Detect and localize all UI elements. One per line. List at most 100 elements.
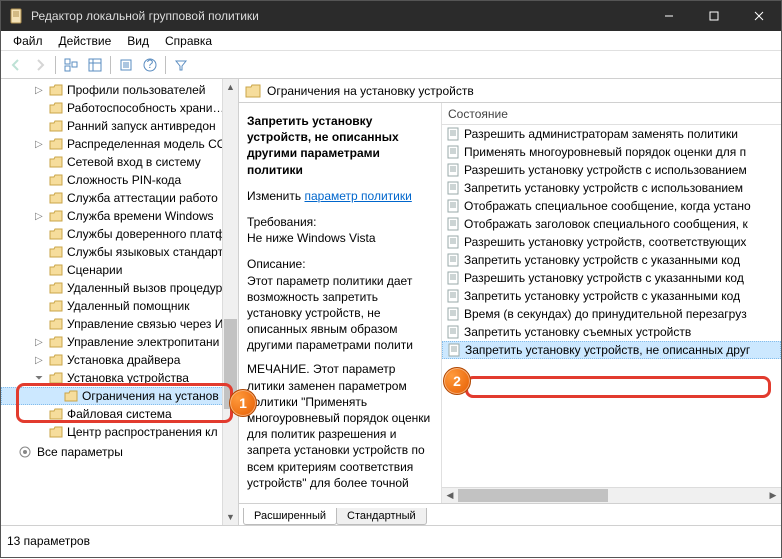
tree-item[interactable]: Сетевой вход в систему (1, 153, 238, 171)
tree-scrollbar[interactable]: ▲▼ (222, 79, 238, 525)
window-buttons (646, 1, 781, 31)
list-header-state[interactable]: Состояние (442, 103, 781, 125)
description-note: МЕЧАНИЕ. Этот параметр литики заменен па… (247, 361, 433, 491)
policy-row[interactable]: Запретить установку съемных устройств (442, 323, 781, 341)
policy-row-label: Время (в секундах) до принудительной пер… (464, 307, 747, 321)
tree-item[interactable]: Сложность PIN-кода (1, 171, 238, 189)
policy-row-label: Запретить установку устройств с использо… (464, 181, 743, 195)
tree-item[interactable]: ▷Профили пользователей (1, 81, 238, 99)
tree-root-label: Все параметры (37, 445, 123, 459)
window-title: Редактор локальной групповой политики (31, 9, 646, 23)
policy-row[interactable]: Разрешить установку устройств с использо… (442, 161, 781, 179)
chevron-icon: ▷ (35, 355, 45, 366)
menu-file[interactable]: Файл (5, 32, 51, 50)
policy-row-label: Разрешить установку устройств с указанны… (464, 271, 744, 285)
tree-item-label: Ранний запуск антивредон (67, 119, 216, 133)
tree-item-label: Установка драйвера (67, 353, 180, 367)
tree-item[interactable]: Файловая система (1, 405, 238, 423)
toolbar-tree-icon[interactable] (60, 54, 82, 76)
list-scrollbar[interactable]: ◀▶ (442, 487, 781, 503)
description-pane: Запретить установку устройств, не описан… (239, 103, 441, 503)
tree-item-label: Служба аттестации работо (67, 191, 218, 205)
policy-row[interactable]: Применять многоуровневый порядок оценки … (442, 143, 781, 161)
policy-row-label: Отображать специальное сообщение, когда … (464, 199, 751, 213)
tab-standard[interactable]: Стандартный (336, 508, 427, 525)
policy-icon (446, 127, 460, 141)
settings-icon (19, 446, 33, 458)
tree-item[interactable]: Ограничения на установ (1, 387, 238, 405)
policy-row-label: Запретить установку устройств с указанны… (464, 289, 740, 303)
policy-icon (446, 325, 460, 339)
tree-item[interactable]: Управление связью через И (1, 315, 238, 333)
tree-item[interactable]: Службы языковых стандарт (1, 243, 238, 261)
tree-item[interactable]: Центр распространения кл (1, 423, 238, 441)
policy-row-label: Запретить установку съемных устройств (464, 325, 691, 339)
folder-icon (49, 246, 63, 258)
content-header: Ограничения на установку устройств (239, 79, 781, 103)
policy-row[interactable]: Запретить установку устройств, не описан… (442, 341, 781, 359)
statusbar: 13 параметров (1, 525, 781, 559)
toolbar-properties-icon[interactable] (115, 54, 137, 76)
policy-row[interactable]: Запретить установку устройств с использо… (442, 179, 781, 197)
tree-item[interactable]: Службы доверенного платф (1, 225, 238, 243)
tree-item[interactable]: ▷Распределенная модель CO (1, 135, 238, 153)
policy-row[interactable]: Запретить установку устройств с указанны… (442, 251, 781, 269)
tree-item-label: Сценарии (67, 263, 122, 277)
menu-help[interactable]: Справка (157, 32, 220, 50)
tree-item[interactable]: ▷Управление электропитани (1, 333, 238, 351)
policy-icon (447, 343, 461, 357)
policy-row[interactable]: Отображать заголовок специального сообще… (442, 215, 781, 233)
back-button[interactable] (5, 54, 27, 76)
tree-item-label: Профили пользователей (67, 83, 205, 97)
folder-icon (49, 228, 63, 240)
policy-row-label: Разрешить установку устройств с использо… (464, 163, 747, 177)
policy-row[interactable]: Разрешить установку устройств, соответст… (442, 233, 781, 251)
tree-item[interactable]: Удаленный помощник (1, 297, 238, 315)
tree-item[interactable]: Удаленный вызов процедур (1, 279, 238, 297)
minimize-button[interactable] (646, 1, 691, 31)
folder-icon (49, 102, 63, 114)
tree-item[interactable]: Сценарии (1, 261, 238, 279)
policy-icon (446, 199, 460, 213)
requirements-value: Не ниже Windows Vista (247, 230, 433, 246)
folder-icon (49, 138, 63, 150)
change-label: Изменить (247, 189, 301, 203)
tree-item[interactable]: Работоспособность храни… (1, 99, 238, 117)
policy-icon (446, 271, 460, 285)
tree-item[interactable]: Служба аттестации работо (1, 189, 238, 207)
folder-icon (49, 354, 63, 366)
policy-icon (446, 253, 460, 267)
folder-icon (49, 336, 63, 348)
policy-row[interactable]: Отображать специальное сообщение, когда … (442, 197, 781, 215)
forward-button[interactable] (29, 54, 51, 76)
policy-icon (446, 235, 460, 249)
tree-root-all-parameters[interactable]: Все параметры (1, 443, 238, 461)
policy-icon (446, 163, 460, 177)
close-button[interactable] (736, 1, 781, 31)
tree-item[interactable]: ▷Служба времени Windows (1, 207, 238, 225)
app-icon (9, 8, 25, 24)
policy-icon (446, 217, 460, 231)
toolbar-list-icon[interactable] (84, 54, 106, 76)
tree-item[interactable]: ▷ Установка драйвера (1, 351, 238, 369)
toolbar-help-icon[interactable]: ? (139, 54, 161, 76)
tree-item[interactable]: ⏷Установка устройства (1, 369, 238, 387)
policy-row-label: Запретить установку устройств с указанны… (464, 253, 740, 267)
menu-action[interactable]: Действие (51, 32, 120, 50)
tab-extended[interactable]: Расширенный (243, 508, 337, 525)
content-header-title: Ограничения на установку устройств (267, 84, 474, 98)
policy-row[interactable]: Запретить установку устройств с указанны… (442, 287, 781, 305)
maximize-button[interactable] (691, 1, 736, 31)
folder-icon (64, 390, 78, 402)
menu-view[interactable]: Вид (119, 32, 157, 50)
description-label: Описание: (247, 256, 433, 272)
policy-row[interactable]: Разрешить администраторам заменять полит… (442, 125, 781, 143)
toolbar-filter-icon[interactable] (170, 54, 192, 76)
tree-item[interactable]: Ранний запуск антивредон (1, 117, 238, 135)
policy-row[interactable]: Время (в секундах) до принудительной пер… (442, 305, 781, 323)
policy-row[interactable]: Разрешить установку устройств с указанны… (442, 269, 781, 287)
policy-icon (446, 289, 460, 303)
policy-icon (446, 307, 460, 321)
change-policy-link[interactable]: параметр политики (304, 189, 411, 203)
tree-item-label: Управление электропитани (67, 335, 219, 349)
